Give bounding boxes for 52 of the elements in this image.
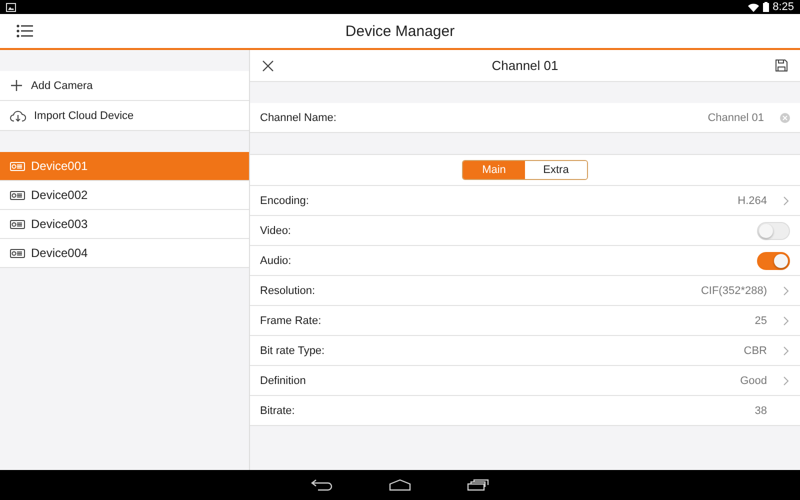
setting-label: Bitrate: (260, 404, 295, 416)
setting-label: Video: (260, 224, 291, 236)
chevron-icon (783, 196, 790, 206)
recent-apps-icon[interactable] (467, 479, 489, 491)
setting-value: CBR (744, 344, 767, 356)
device-item[interactable]: Device002 (0, 181, 249, 210)
cloud-download-icon (10, 110, 26, 122)
setting-value: Good (740, 374, 767, 386)
setting-row[interactable]: Definition Good (250, 366, 800, 396)
device-item[interactable]: Device003 (0, 210, 249, 239)
setting-label: Bit rate Type: (260, 344, 325, 356)
setting-label: Audio: (260, 254, 292, 266)
device-icon (10, 190, 25, 200)
chevron-icon (783, 286, 790, 296)
back-icon[interactable] (311, 479, 333, 491)
chevron-icon (783, 376, 790, 386)
app-title: Device Manager (345, 22, 455, 40)
action-label: Import Cloud Device (34, 110, 134, 122)
home-icon[interactable] (389, 479, 411, 491)
device-icon (10, 220, 25, 228)
setting-label: Resolution: (260, 284, 316, 296)
setting-value: 38 (754, 404, 767, 416)
field-label: Channel Name: (260, 112, 336, 124)
battery-icon (762, 2, 769, 12)
action-label: Add Camera (31, 80, 93, 92)
wifi-icon (748, 2, 759, 12)
sidebar-action[interactable]: Import Cloud Device (0, 101, 249, 131)
plus-icon (10, 79, 23, 92)
menu-icon[interactable] (14, 22, 36, 40)
channel-name-field[interactable]: Channel 01 (708, 112, 764, 124)
device-icon (10, 162, 25, 170)
setting-value: CIF(352*288) (700, 284, 767, 296)
setting-label: Definition (260, 374, 306, 386)
setting-label: Frame Rate: (260, 314, 322, 326)
clock-time: 8:25 (772, 1, 794, 13)
sidebar-action[interactable]: Add Camera (0, 71, 249, 101)
image-notification-icon (6, 2, 16, 12)
panel-title: Channel 01 (492, 58, 558, 73)
device-icon (10, 248, 25, 258)
setting-row[interactable]: Bit rate Type: CBR (250, 336, 800, 366)
setting-row[interactable]: Encoding: H.264 (250, 186, 800, 216)
chevron-icon (783, 316, 790, 326)
setting-row[interactable]: Resolution: CIF(352*288) (250, 276, 800, 306)
chevron-icon (783, 346, 790, 356)
close-icon[interactable] (262, 60, 274, 72)
setting-value: H.264 (738, 194, 767, 206)
device-item[interactable]: Device004 (0, 239, 249, 268)
setting-value: 25 (754, 314, 767, 326)
save-icon[interactable] (775, 59, 788, 72)
setting-row[interactable]: Frame Rate: 25 (250, 306, 800, 336)
toggle-switch[interactable] (757, 252, 790, 270)
setting-label: Encoding: (260, 194, 309, 206)
